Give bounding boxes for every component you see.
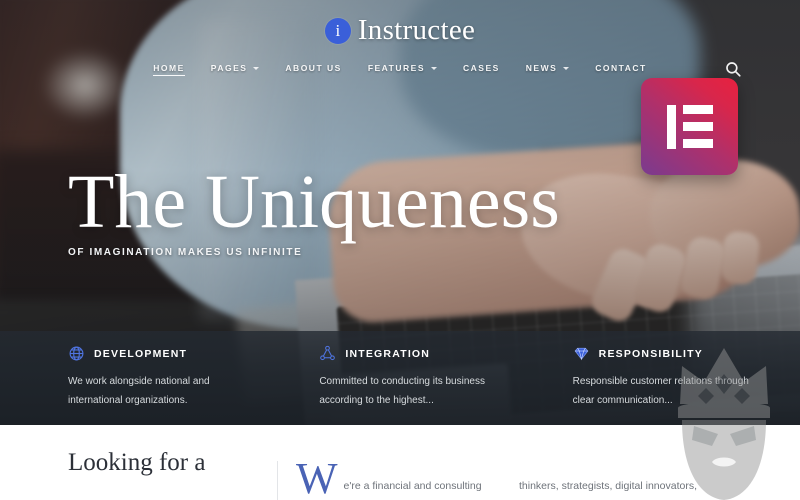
- nav-label: ABOUT US: [285, 63, 342, 73]
- network-nodes-icon: [319, 345, 336, 362]
- feature-card-responsibility[interactable]: RESPONSIBILITY Responsible customer rela…: [547, 331, 800, 425]
- logo[interactable]: i Instructee: [0, 0, 800, 47]
- chevron-down-icon: [431, 66, 437, 70]
- nav-item-about-us[interactable]: ABOUT US: [272, 59, 354, 77]
- column-divider: [277, 461, 278, 500]
- globe-icon: [68, 345, 85, 362]
- main-navigation: HOME PAGES ABOUT US FEATURES CASES NEWS …: [0, 59, 800, 77]
- nav-label: NEWS: [525, 63, 558, 73]
- feature-title: INTEGRATION: [345, 347, 431, 360]
- feature-title: DEVELOPMENT: [94, 347, 188, 360]
- feature-title: RESPONSIBILITY: [598, 347, 703, 360]
- circle-i-icon: i: [324, 17, 351, 44]
- feature-description: Responsible customer relations through c…: [572, 376, 749, 406]
- intro-heading: Looking for a: [68, 449, 206, 476]
- nav-item-features[interactable]: FEATURES: [355, 59, 450, 77]
- nav-label: CASES: [463, 63, 500, 73]
- elementor-e-mark: [666, 104, 713, 149]
- drop-cap: W: [296, 454, 338, 500]
- elementor-logo-badge: [641, 78, 738, 175]
- logo-text: Instructee: [357, 14, 476, 46]
- intro-paragraph-mid-text: e're a financial and consulting: [343, 480, 482, 492]
- intro-paragraph-mid: W e're a financial and consulting: [296, 457, 496, 500]
- feature-card-development[interactable]: DEVELOPMENT We work alongside national a…: [0, 331, 295, 425]
- intro-paragraph-right: thinkers, strategists, digital innovator…: [519, 480, 697, 492]
- feature-card-integration[interactable]: INTEGRATION Committed to conducting its …: [295, 331, 546, 425]
- nav-label: FEATURES: [367, 63, 425, 73]
- nav-label: HOME: [153, 63, 185, 73]
- chevron-down-icon: [253, 66, 260, 70]
- search-icon[interactable]: [724, 60, 742, 78]
- nav-label: CONTACT: [595, 63, 647, 73]
- nav-item-contact[interactable]: CONTACT: [582, 59, 659, 77]
- feature-description: Committed to conducting its business acc…: [319, 376, 485, 406]
- nav-item-pages[interactable]: PAGES: [198, 59, 273, 77]
- nav-item-cases[interactable]: CASES: [450, 59, 513, 77]
- diamond-icon: [573, 345, 590, 362]
- nav-item-news[interactable]: NEWS: [513, 59, 583, 77]
- intro-section: Looking for a W e're a financial and con…: [0, 425, 800, 500]
- nav-item-home[interactable]: HOME: [140, 59, 198, 77]
- page-root: i Instructee HOME PAGES ABOUT US FEATURE…: [0, 0, 800, 500]
- chevron-down-icon: [563, 66, 570, 70]
- hero-title: The Uniqueness: [68, 160, 560, 244]
- nav-label: PAGES: [210, 63, 248, 73]
- hero-subtitle: OF IMAGINATION MAKES US INFINITE: [68, 247, 303, 258]
- hero-text-block: The Uniqueness OF IMAGINATION MAKES US I…: [68, 160, 560, 258]
- site-header: i Instructee HOME PAGES ABOUT US FEATURE…: [0, 0, 800, 77]
- features-band: DEVELOPMENT We work alongside national a…: [0, 331, 800, 425]
- feature-description: We work alongside national and internati…: [68, 376, 210, 406]
